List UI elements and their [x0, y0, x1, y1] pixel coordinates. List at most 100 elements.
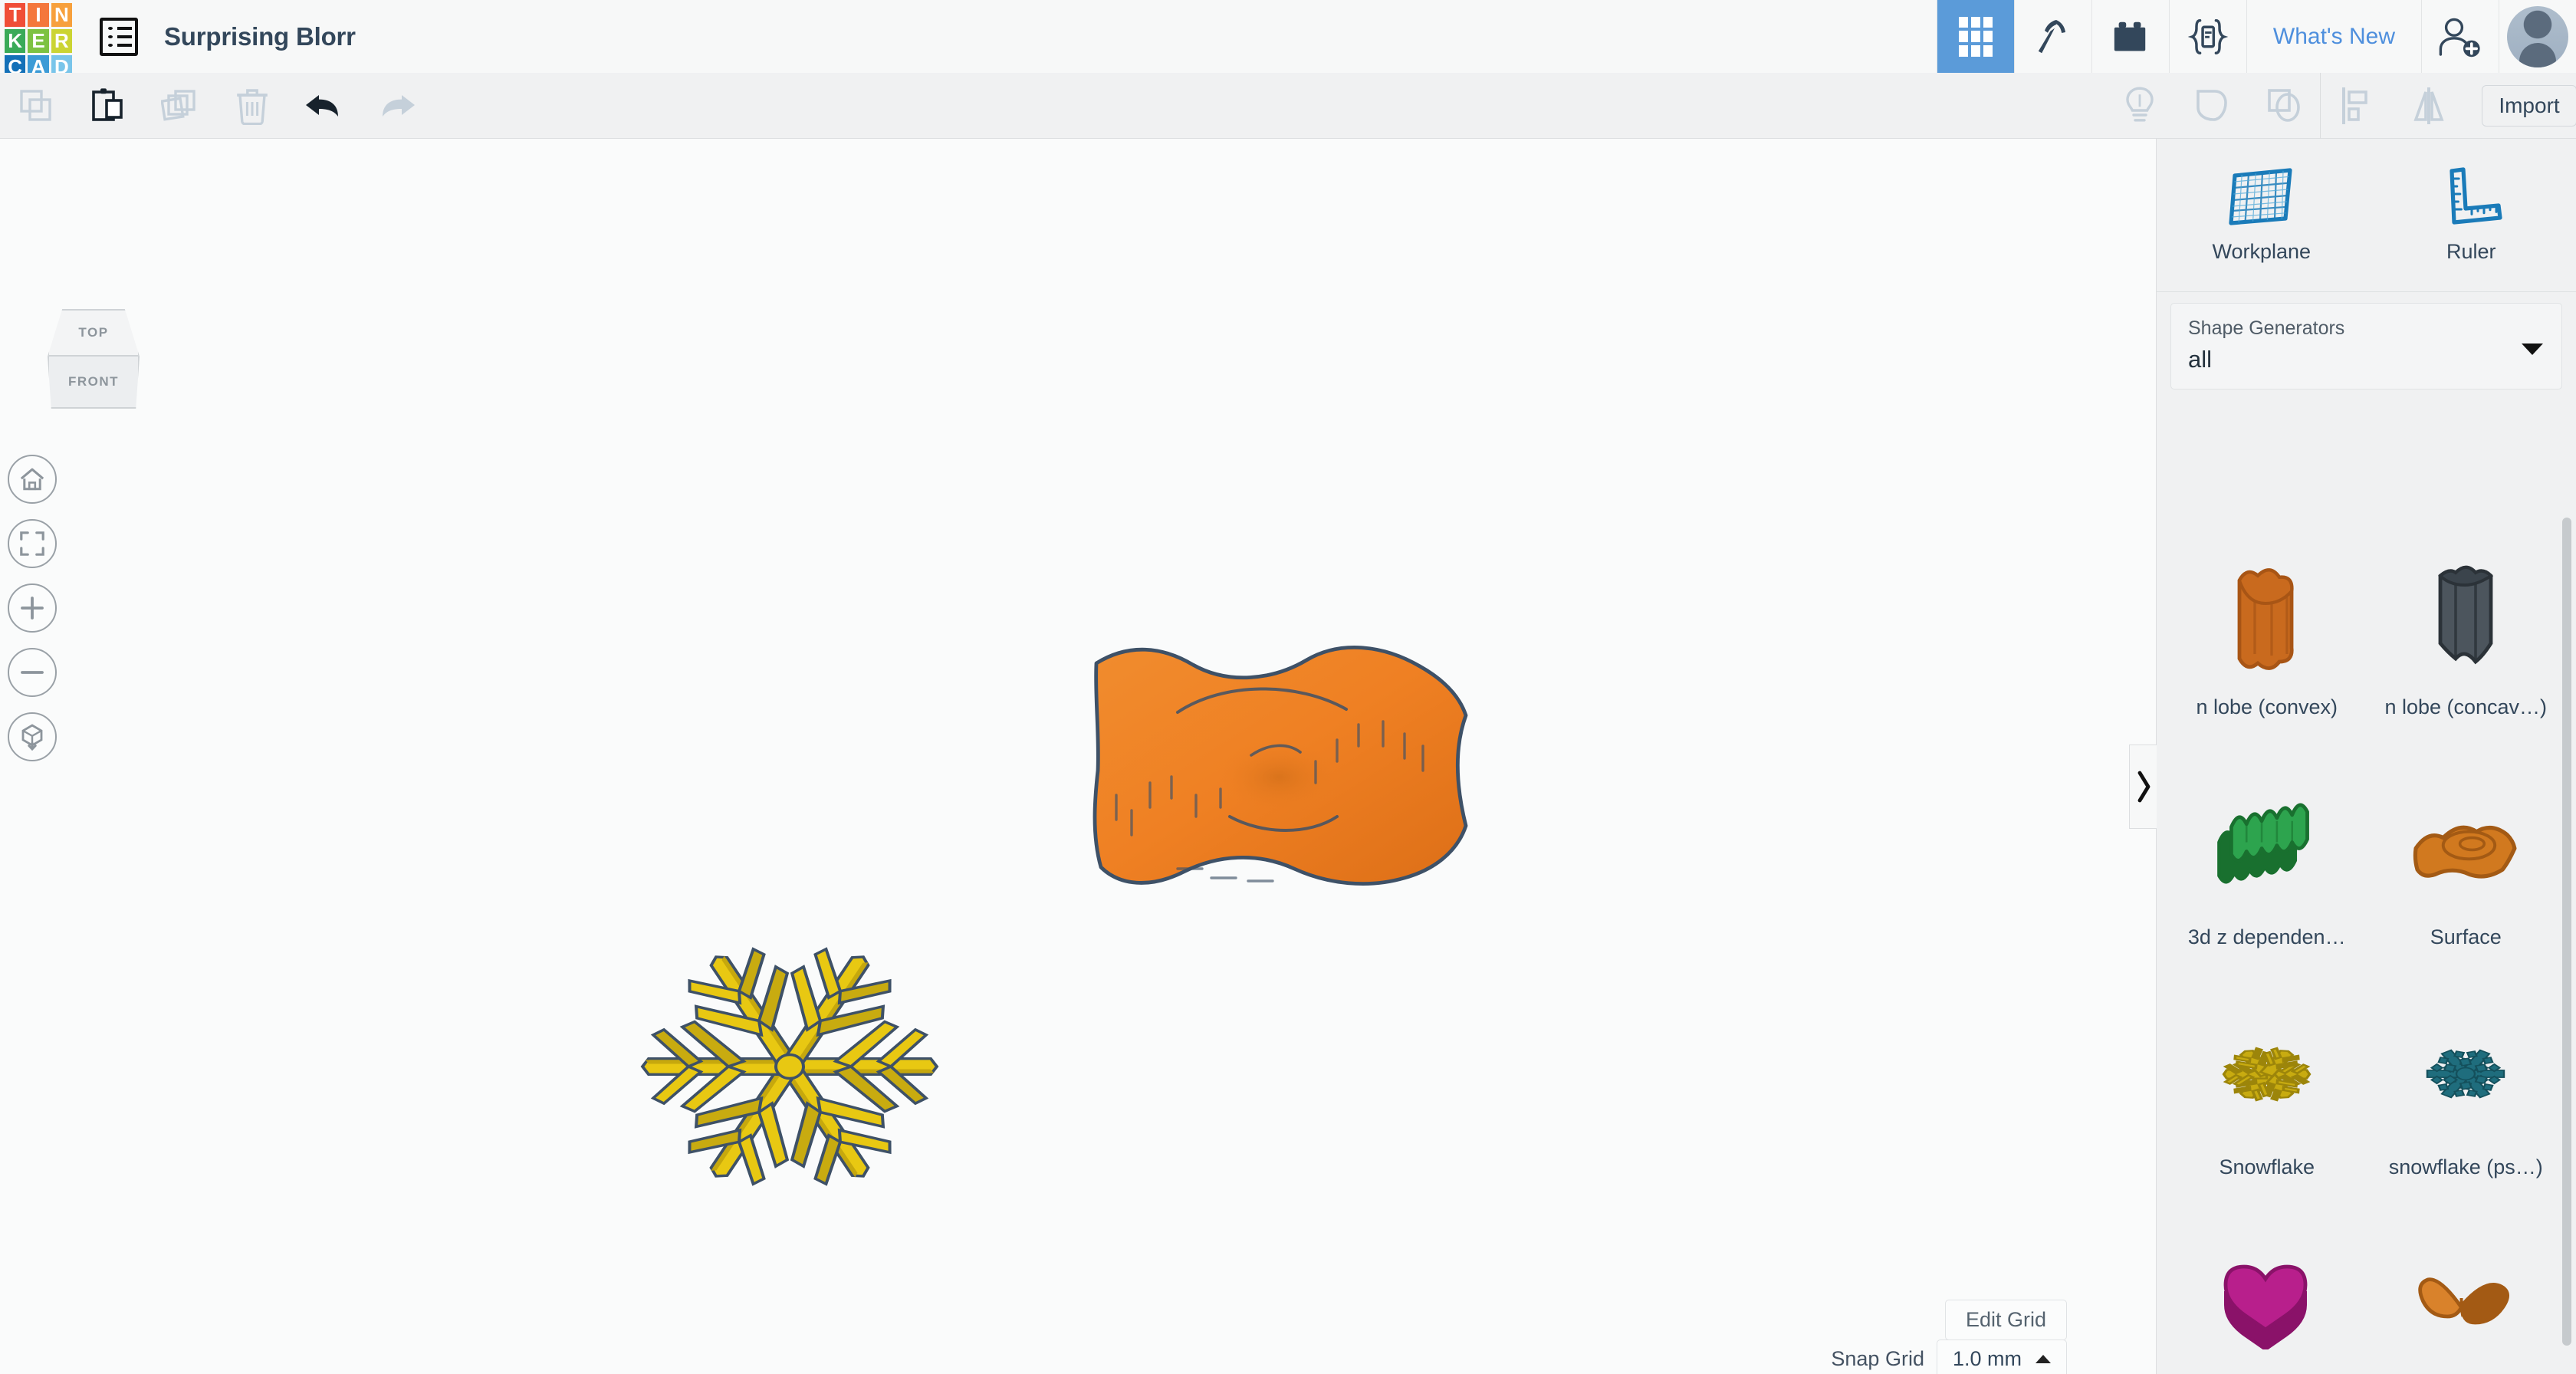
shape-item-label: 3d z dependen…: [2188, 925, 2346, 949]
duplicate-icon: [161, 87, 199, 124]
shape-gallery[interactable]: n lobe (convex) n lobe (concav…) 3d z de…: [2157, 510, 2576, 1374]
view-cube-top-face[interactable]: TOP: [48, 309, 140, 357]
snap-grid-value: 1.0 mm: [1953, 1347, 2022, 1371]
shape-item[interactable]: n lobe (concav…): [2367, 518, 2566, 748]
zoom-out-button[interactable]: [8, 648, 57, 697]
trash-icon: [235, 87, 270, 125]
object-tools-group: [2104, 73, 2465, 139]
workplane-tool[interactable]: Workplane: [2157, 139, 2367, 291]
edit-toolbar: Import Export Send To: [0, 73, 2576, 139]
panel-scrollbar[interactable]: [2562, 518, 2571, 1346]
minus-icon: [19, 659, 45, 685]
shape-generator-value: all: [2188, 346, 2545, 373]
lightbulb-icon: [2123, 86, 2157, 126]
mode-3d-design[interactable]: [1937, 0, 2014, 73]
snap-grid-select[interactable]: 1.0 mm: [1937, 1339, 2067, 1374]
snap-grid-control: Snap Grid 1.0 mm: [1831, 1339, 2067, 1374]
paste-button[interactable]: [72, 73, 144, 139]
copy-icon: [18, 87, 54, 124]
shape-item[interactable]: n lobe (convex): [2167, 518, 2367, 748]
cube-arrow-icon: [19, 723, 45, 751]
invite-people-button[interactable]: [2421, 0, 2499, 73]
shape-item-label: Surface: [2430, 925, 2502, 949]
chevron-up-icon: [2036, 1355, 2051, 1363]
panel-tools: Workplane Ruler: [2157, 139, 2576, 292]
shape-generator-select[interactable]: Shape Generators all: [2170, 303, 2562, 390]
mirror-button[interactable]: [2393, 73, 2465, 139]
n-lobe-convex-shape: [2221, 541, 2313, 686]
duplicate-button[interactable]: [144, 73, 216, 139]
snowflake-ps-shape: [2412, 1001, 2519, 1146]
mode-blocks[interactable]: [2091, 0, 2169, 73]
edit-grid-button[interactable]: Edit Grid: [1945, 1300, 2067, 1340]
ungroup-button[interactable]: [2248, 73, 2320, 139]
lego-brick-icon: [2111, 20, 2150, 54]
top-right-controls: What's New: [1937, 0, 2576, 73]
chevron-down-icon: [2522, 344, 2543, 355]
logo-tile: I: [28, 3, 48, 27]
collapse-panel-button[interactable]: [2129, 745, 2157, 829]
undo-arrow-icon: [303, 88, 346, 123]
redo-button[interactable]: [360, 73, 432, 139]
whats-new-link[interactable]: What's New: [2246, 0, 2421, 73]
snowflake-object[interactable]: [598, 913, 981, 1228]
view-cube-front-face[interactable]: FRONT: [48, 357, 140, 409]
logo-tile: T: [5, 3, 25, 27]
user-avatar[interactable]: [2499, 0, 2576, 73]
butterfly-shape: [2410, 1231, 2522, 1374]
pickaxe-icon: [2035, 17, 2072, 57]
mode-minecraft[interactable]: [2014, 0, 2091, 73]
shape-generator-label: Shape Generators: [2188, 317, 2545, 340]
shape-item[interactable]: 3d z dependen…: [2167, 748, 2367, 978]
import-button[interactable]: Import: [2482, 85, 2576, 127]
shape-item[interactable]: cute heart: [2167, 1208, 2367, 1374]
wave-surface-shape: [2210, 771, 2325, 916]
menu-icon[interactable]: [100, 18, 138, 56]
undo-button[interactable]: [288, 73, 360, 139]
shape-item-label: snowflake (ps…): [2389, 1155, 2543, 1179]
home-icon: [19, 467, 45, 491]
paste-icon: [90, 87, 127, 125]
add-person-icon: [2437, 16, 2483, 58]
align-button[interactable]: [2321, 73, 2393, 139]
document-title[interactable]: Surprising Blorr: [164, 22, 356, 51]
shape-item[interactable]: Snowflake: [2167, 978, 2367, 1208]
codeblocks-icon: [2187, 16, 2229, 58]
chevron-right-icon: [2136, 770, 2151, 804]
shape-item[interactable]: snowflake (ps…): [2367, 978, 2566, 1208]
shape-item[interactable]: Surface: [2367, 748, 2566, 978]
fit-to-view-button[interactable]: [8, 519, 57, 568]
cute-heart-shape: [2213, 1231, 2321, 1374]
tinkercad-logo[interactable]: TINKERCAD: [5, 3, 72, 71]
snap-grid-label: Snap Grid: [1831, 1347, 1924, 1371]
workplane-tool-label: Workplane: [2212, 240, 2311, 264]
hint-button[interactable]: [2104, 73, 2176, 139]
ungroup-icon: [2266, 87, 2302, 125]
shape-item[interactable]: butterfly: [2367, 1208, 2566, 1374]
ruler-tool[interactable]: Ruler: [2367, 139, 2576, 291]
mode-codeblocks[interactable]: [2169, 0, 2246, 73]
group-icon: [2193, 87, 2230, 125]
logo-tile: R: [51, 29, 72, 53]
logo-tile: E: [28, 29, 48, 53]
shape-item-label: n lobe (convex): [2196, 695, 2338, 719]
redo-arrow-icon: [375, 88, 418, 123]
delete-button[interactable]: [216, 73, 288, 139]
history-group: [288, 73, 432, 139]
shape-item-label: n lobe (concav…): [2384, 695, 2547, 719]
plus-icon: [19, 595, 45, 621]
workplane-icon: [2229, 166, 2295, 228]
copy-button[interactable]: [0, 73, 72, 139]
shapes-panel: Workplane Ruler Shape Generators all: [2156, 139, 2576, 1374]
surface-shape: [2407, 771, 2525, 916]
top-bar: TINKERCAD Surprising Blorr: [0, 0, 2576, 73]
perspective-toggle-button[interactable]: [8, 712, 57, 761]
home-view-button[interactable]: [8, 455, 57, 504]
snowflake-shape: [2211, 1001, 2322, 1146]
group-button[interactable]: [2176, 73, 2248, 139]
view-cube[interactable]: TOP FRONT: [48, 309, 140, 409]
shape-item-label: Snowflake: [2219, 1155, 2315, 1179]
3d-viewport[interactable]: TOP FRONT: [0, 139, 2156, 1374]
surface-object[interactable]: [1083, 629, 1481, 906]
zoom-in-button[interactable]: [8, 583, 57, 633]
